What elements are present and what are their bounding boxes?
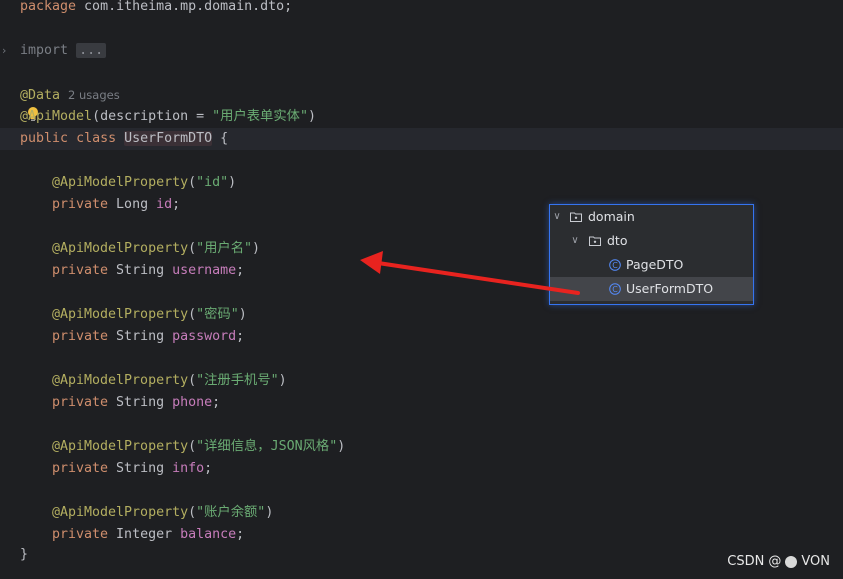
svg-text:C: C [612, 285, 618, 294]
field-declaration-line[interactable]: private String password; [52, 326, 244, 348]
field-declaration-line[interactable]: private String phone; [52, 392, 220, 414]
avatar-icon [785, 556, 798, 568]
chevron-down-icon[interactable]: ∨ [552, 205, 562, 229]
closing-brace-line[interactable]: } [20, 544, 28, 566]
field-annotation-line[interactable]: @ApiModelProperty("id") [52, 172, 236, 194]
folded-imports[interactable]: ... [76, 43, 107, 58]
project-tree-popup[interactable]: ∨ domain ∨ dto C PageDTO C UserFormDTO [549, 204, 754, 305]
fold-chevron-icon[interactable]: › [2, 44, 12, 58]
class-declaration-line[interactable]: public class UserFormDTO { [0, 128, 843, 150]
usages-hint[interactable]: 2 usages [68, 88, 120, 102]
tree-item-domain[interactable]: ∨ domain [550, 205, 753, 229]
field-annotation-line[interactable]: @ApiModelProperty("详细信息，JSON风格") [52, 436, 345, 458]
class-icon: C [609, 259, 621, 271]
field-declaration-line[interactable]: private String info; [52, 458, 212, 480]
svg-text:C: C [612, 261, 618, 270]
class-name[interactable]: UserFormDTO [124, 131, 213, 146]
api-model-line[interactable]: @ApiModel(description = "用户表单实体") [20, 106, 316, 128]
watermark: CSDN @ VON [727, 554, 830, 569]
tree-item-pagedto[interactable]: C PageDTO [550, 253, 753, 277]
field-annotation-line[interactable]: @ApiModelProperty("账户余额") [52, 502, 273, 524]
tree-item-userformdto[interactable]: C UserFormDTO [550, 277, 753, 301]
field-declaration-line[interactable]: private Integer balance; [52, 524, 244, 546]
field-declaration-line[interactable]: private Long id; [52, 194, 180, 216]
field-annotation-line[interactable]: @ApiModelProperty("用户名") [52, 238, 260, 260]
import-line[interactable]: import ... [20, 40, 107, 62]
field-annotation-line[interactable]: @ApiModelProperty("密码") [52, 304, 247, 326]
class-icon: C [609, 283, 621, 295]
data-annotation-line[interactable]: @Data 2 usages [20, 84, 120, 106]
folder-icon [570, 212, 582, 222]
package-line[interactable]: package com.itheima.mp.domain.dto; [20, 0, 292, 18]
folder-icon [589, 236, 601, 246]
field-declaration-line[interactable]: private String username; [52, 260, 244, 282]
tree-item-dto[interactable]: ∨ dto [550, 229, 753, 253]
chevron-down-icon[interactable]: ∨ [570, 229, 580, 253]
field-annotation-line[interactable]: @ApiModelProperty("注册手机号") [52, 370, 287, 392]
